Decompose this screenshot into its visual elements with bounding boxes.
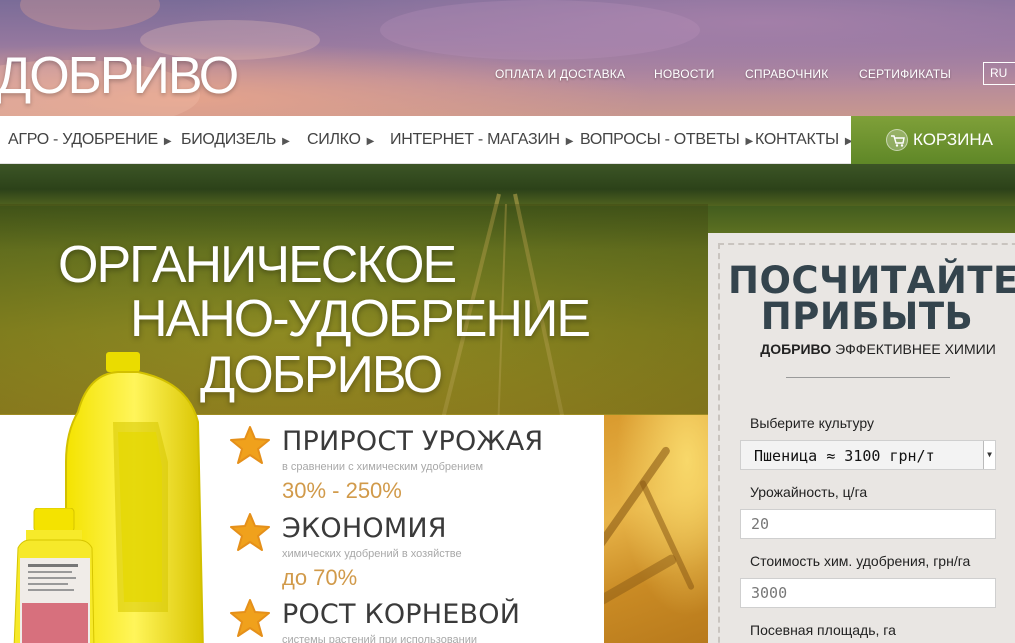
caret-right-icon: ▶ xyxy=(366,136,375,147)
nav-item-label: ИНТЕРНЕТ - МАГАЗИН xyxy=(390,131,560,148)
topnav-news[interactable]: НОВОСТИ xyxy=(654,67,715,81)
area-label: Посевная площадь, га xyxy=(750,622,896,638)
nav-item-label: ВОПРОСЫ - ОТВЕТЫ xyxy=(580,131,740,148)
benefit-subtitle: химических удобрений в хозяйстве xyxy=(282,548,462,560)
nav-item-label: СИЛКО xyxy=(307,131,361,148)
star-icon xyxy=(230,599,270,637)
cart-icon xyxy=(886,129,908,151)
chevron-down-icon: ▼ xyxy=(983,441,995,469)
header-banner: ДОБРИВО ОПЛАТА И ДОСТАВКА НОВОСТИ СПРАВО… xyxy=(0,0,1015,116)
benefit-subtitle: в сравнении с химическим удобрением xyxy=(282,461,484,473)
language-selector[interactable]: RU ▼ xyxy=(983,62,1015,85)
yield-label: Урожайность, ц/га xyxy=(750,484,868,500)
benefit-title: ПРИРОСТ УРОЖАЯ xyxy=(282,426,544,457)
caret-right-icon: ▶ xyxy=(282,136,290,147)
nav-item-shop[interactable]: ИНТЕРНЕТ - МАГАЗИН ▶ xyxy=(390,116,574,164)
nav-item-agro[interactable]: АГРО - УДОБРЕНИЕ ▶ xyxy=(8,116,172,164)
caret-right-icon: ▶ xyxy=(163,136,172,147)
crop-label: Выберите культуру xyxy=(750,415,874,431)
benefit-subtitle: системы растений при использовании xyxy=(282,634,478,643)
topnav-reference[interactable]: СПРАВОЧНИК xyxy=(745,67,828,81)
fertilizer-bottle-image xyxy=(13,508,95,643)
caret-right-icon: ▶ xyxy=(565,136,574,147)
star-icon xyxy=(230,426,270,464)
topnav-certificates[interactable]: СЕРТИФИКАТЫ xyxy=(859,67,951,81)
benefit-value: до 70% xyxy=(282,565,358,590)
benefit-title: РОСТ КОРНЕВОЙ xyxy=(282,599,521,630)
cart-button[interactable]: КОРЗИНА xyxy=(851,116,1015,164)
nav-item-label: АГРО - УДОБРЕНИЕ xyxy=(8,131,158,148)
topnav-payment-delivery[interactable]: ОПЛАТА И ДОСТАВКА xyxy=(495,67,625,81)
crop-select[interactable]: Пшеница ≈ 3100 грн/т ▼ xyxy=(740,440,996,470)
nav-item-silko[interactable]: СИЛКО ▶ xyxy=(307,116,374,164)
star-icon xyxy=(230,513,270,551)
divider xyxy=(786,377,950,378)
hero-title-line1: ОРГАНИЧЕСКОЕ xyxy=(58,236,457,294)
hero-title-line2: НАНО-УДОБРЕНИЕ xyxy=(130,290,591,348)
nav-item-contacts[interactable]: КОНТАКТЫ ▶ xyxy=(755,116,853,164)
wheat-image xyxy=(604,415,708,643)
calculator-tagline: ДОБРИВО ЭФФЕКТИВНЕЕ ХИМИИ xyxy=(760,341,996,357)
calculator-heading: ПОСЧИТАЙТЕ ПРИБЫТЬ xyxy=(728,259,1015,338)
top-navigation: ОПЛАТА И ДОСТАВКА НОВОСТИ СПРАВОЧНИК СЕР… xyxy=(0,67,1015,87)
benefit-title: ЭКОНОМИЯ xyxy=(282,513,447,544)
yield-input[interactable] xyxy=(740,509,996,539)
chem-cost-label: Стоимость хим. удобрения, грн/га xyxy=(750,553,971,569)
nav-item-biodiesel[interactable]: БИОДИЗЕЛЬ ▶ xyxy=(181,116,290,164)
chem-cost-input[interactable] xyxy=(740,578,996,608)
hero-title-line3: ДОБРИВО xyxy=(200,346,443,404)
cart-label: КОРЗИНА xyxy=(913,130,994,149)
caret-right-icon: ▶ xyxy=(745,136,754,147)
profit-calculator: ПОСЧИТАЙТЕ ПРИБЫТЬ ДОБРИВО ЭФФЕКТИВНЕЕ Х… xyxy=(708,233,1015,643)
nav-item-label: БИОДИЗЕЛЬ xyxy=(181,131,277,148)
nav-item-label: КОНТАКТЫ xyxy=(755,131,839,148)
crop-select-value: Пшеница ≈ 3100 грн/т xyxy=(754,447,935,465)
language-label: RU xyxy=(990,66,1008,80)
nav-item-faq[interactable]: ВОПРОСЫ - ОТВЕТЫ ▶ xyxy=(580,116,753,164)
benefit-value: 30% - 250% xyxy=(282,478,402,503)
